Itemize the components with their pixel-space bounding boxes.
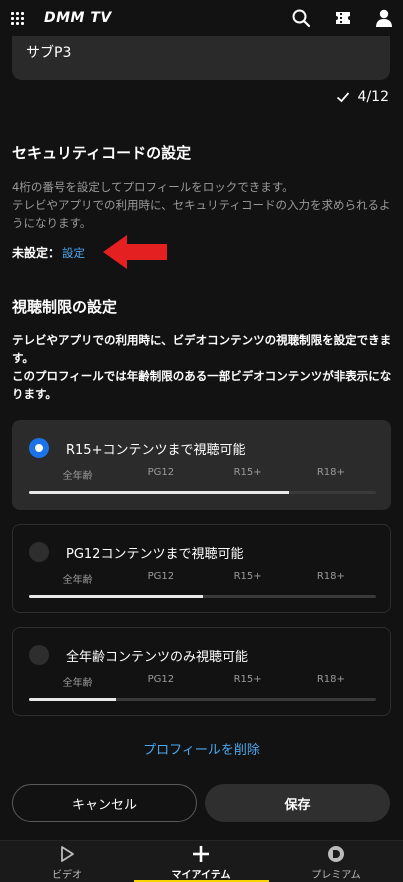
viewing-restriction-description: テレビやアプリでの利用時に、ビデオコンテンツの視聴制限を設定できます。 このプロ… xyxy=(12,333,392,401)
bottom-navigation: ビデオ マイアイテム プレミアム xyxy=(0,840,403,882)
option-label: 全年齢コンテンツのみ視聴可能 xyxy=(66,650,249,665)
restriction-level-fill xyxy=(29,595,203,598)
level-label: PG12 xyxy=(147,467,175,478)
nav-item-video[interactable]: ビデオ xyxy=(0,841,134,882)
viewing-restriction-title: 視聴制限の設定 xyxy=(12,298,118,316)
cancel-button[interactable]: キャンセル xyxy=(12,784,197,822)
security-code-description: 4桁の番号を設定してプロフィールをロックできます。 テレビやアプリでの利用時に、… xyxy=(12,180,391,230)
level-label: 全年齢 xyxy=(62,575,93,586)
check-icon xyxy=(336,92,349,103)
restriction-option-all-ages[interactable]: 全年齢コンテンツのみ視聴可能 全年齢 PG12 R15+ R18+ xyxy=(12,627,391,716)
level-label: R18+ xyxy=(316,571,345,582)
red-arrow-annotation xyxy=(103,235,167,269)
nav-item-premium[interactable]: プレミアム xyxy=(269,841,403,882)
restriction-level-bar xyxy=(29,595,376,598)
user-icon[interactable] xyxy=(374,8,394,28)
radio-button[interactable] xyxy=(29,542,49,562)
radio-button-selected[interactable] xyxy=(29,438,49,458)
level-labels: 全年齢 PG12 R15+ R18+ xyxy=(29,571,376,586)
restriction-option-pg12[interactable]: PG12コンテンツまで視聴可能 全年齢 PG12 R15+ R18+ xyxy=(12,524,391,613)
security-code-title: セキュリティコードの設定 xyxy=(12,144,192,162)
dmm-tv-logo[interactable]: DMM TV xyxy=(44,10,112,26)
plus-icon xyxy=(193,846,209,862)
level-label: 全年齢 xyxy=(62,471,93,482)
counter-text: 4/12 xyxy=(357,89,389,105)
level-label: R15+ xyxy=(233,674,262,685)
level-label: R15+ xyxy=(233,467,262,478)
restriction-level-fill xyxy=(29,698,116,701)
nav-label: マイアイテム xyxy=(171,870,231,881)
app-header: DMM TV xyxy=(0,0,403,36)
level-label: R18+ xyxy=(316,674,345,685)
grid-menu-icon[interactable] xyxy=(11,12,24,25)
level-labels: 全年齢 PG12 R15+ R18+ xyxy=(29,467,376,482)
level-labels: 全年齢 PG12 R15+ R18+ xyxy=(29,674,376,689)
nav-label: プレミアム xyxy=(311,870,361,881)
delete-profile-link[interactable]: プロフィールを削除 xyxy=(0,739,403,758)
option-label: R15+コンテンツまで視聴可能 xyxy=(66,443,246,458)
character-counter: 4/12 xyxy=(336,89,389,105)
level-label: PG12 xyxy=(147,571,175,582)
level-label: PG12 xyxy=(147,674,175,685)
search-icon[interactable] xyxy=(291,8,311,28)
save-button[interactable]: 保存 xyxy=(205,784,390,822)
level-label: R15+ xyxy=(233,571,262,582)
nav-label: ビデオ xyxy=(52,870,82,881)
radio-button[interactable] xyxy=(29,645,49,665)
restriction-option-r15[interactable]: R15+コンテンツまで視聴可能 全年齢 PG12 R15+ R18+ xyxy=(12,420,391,510)
level-label: R18+ xyxy=(316,467,345,478)
setup-link[interactable]: 設定 xyxy=(62,245,85,261)
restriction-level-bar xyxy=(29,698,376,701)
level-label: 全年齢 xyxy=(62,678,93,689)
premium-d-icon xyxy=(328,846,344,862)
play-icon xyxy=(61,846,74,862)
restriction-level-bar xyxy=(29,491,376,494)
restriction-level-fill xyxy=(29,491,290,494)
option-label: PG12コンテンツまで視聴可能 xyxy=(66,547,244,562)
ticket-icon[interactable] xyxy=(333,8,353,28)
status-label: 未設定： xyxy=(12,246,61,260)
nav-item-my-items[interactable]: マイアイテム xyxy=(134,841,268,882)
security-code-status: 未設定： 設定 xyxy=(12,244,85,261)
